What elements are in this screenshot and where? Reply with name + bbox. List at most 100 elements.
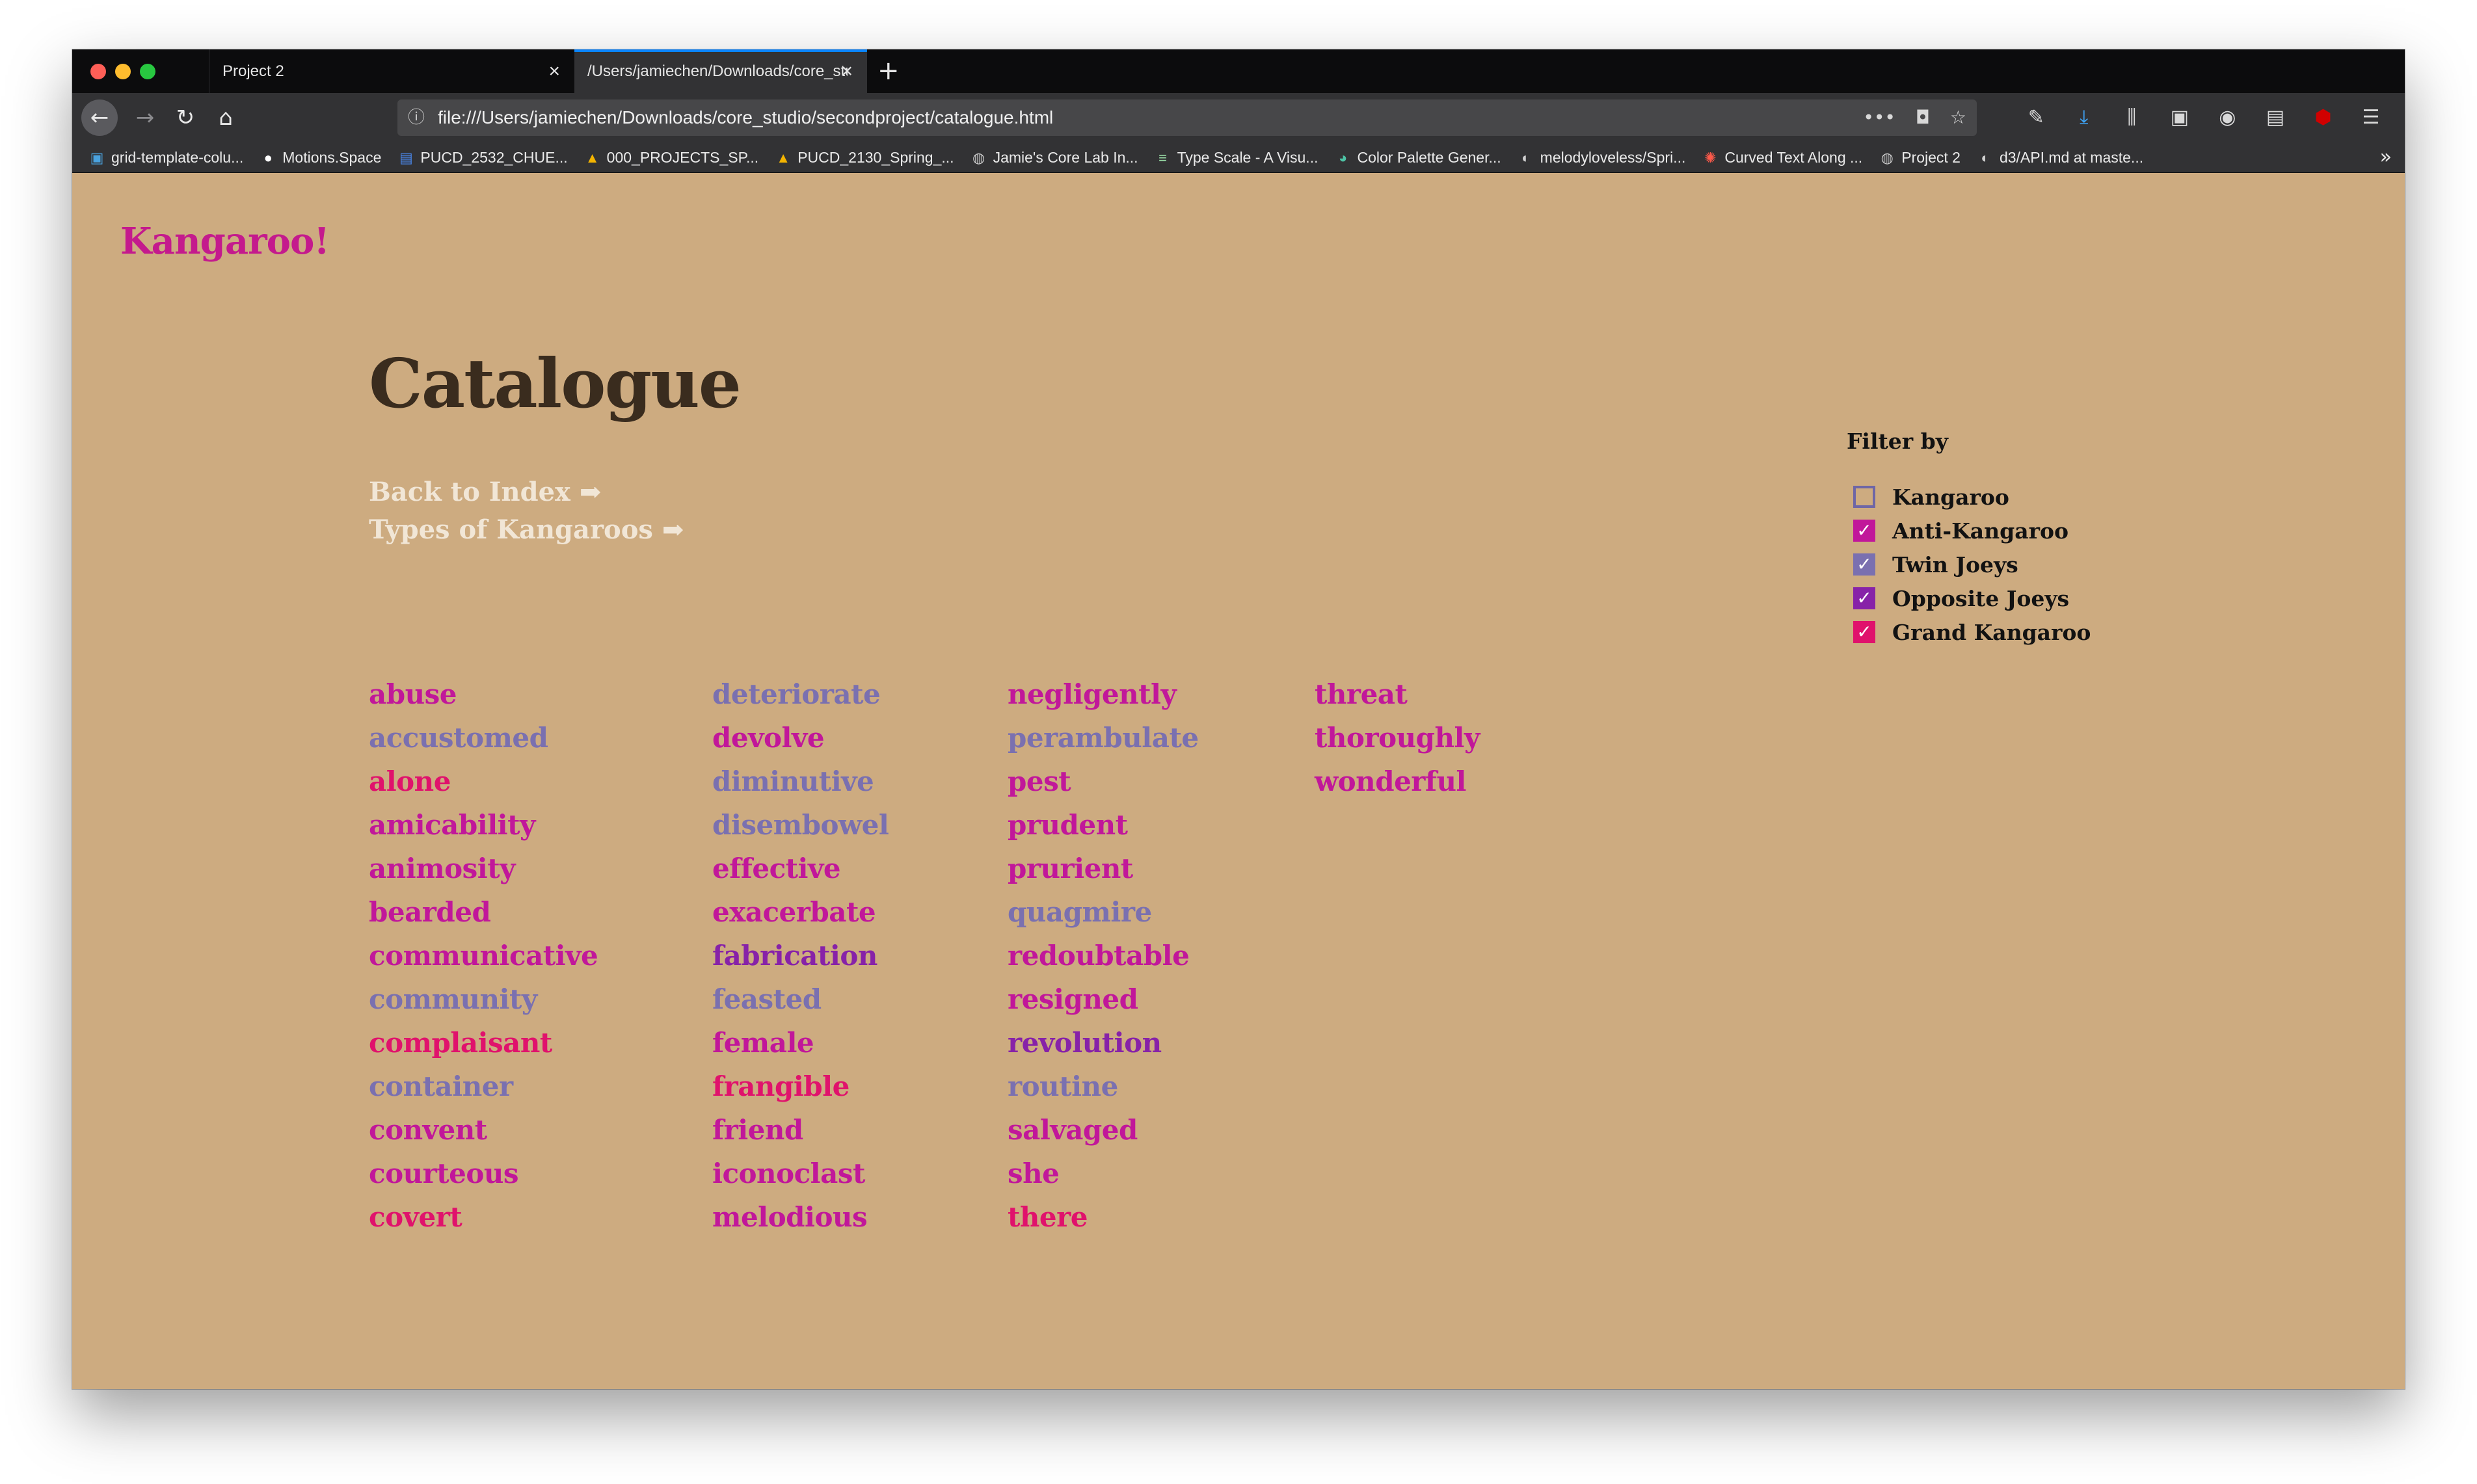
word-item[interactable]: melodious: [712, 1195, 1008, 1239]
checkbox-unchecked[interactable]: [1853, 486, 1875, 508]
filter-option[interactable]: ✓ Opposite Joeys: [1847, 581, 2091, 615]
bookmark-star-icon[interactable]: ☆: [1950, 107, 1966, 128]
bookmark-item[interactable]: ▲ PUCD_2130_Spring_...: [774, 142, 954, 172]
forward-button[interactable]: →: [127, 99, 163, 136]
filter-option[interactable]: Kangaroo: [1847, 480, 2091, 514]
word-item[interactable]: redoubtable: [1008, 934, 1315, 977]
tab-title: /Users/jamiechen/Downloads/core_studio/s…: [587, 62, 848, 80]
word-item[interactable]: disembowel: [712, 803, 1008, 847]
word-item[interactable]: resigned: [1008, 977, 1315, 1021]
tab-catalogue[interactable]: /Users/jamiechen/Downloads/core_studio/s…: [574, 49, 867, 93]
close-tab-icon[interactable]: ×: [841, 52, 853, 91]
word-item[interactable]: routine: [1008, 1065, 1315, 1108]
word-item[interactable]: thoroughly: [1315, 716, 1705, 760]
reload-button[interactable]: ↻: [167, 99, 204, 136]
word-item[interactable]: accustomed: [369, 716, 712, 760]
word-list: abuse accustomed alone amicability animosity…: [369, 672, 1735, 1239]
word-item[interactable]: container: [369, 1065, 712, 1108]
word-item[interactable]: convent: [369, 1108, 712, 1152]
word-item[interactable]: perambulate: [1008, 716, 1315, 760]
library-icon[interactable]: ⫼: [2111, 99, 2152, 136]
word-item[interactable]: prurient: [1008, 847, 1315, 890]
word-item[interactable]: fabrication: [712, 934, 1008, 977]
word-item[interactable]: negligently: [1008, 672, 1315, 716]
word-item[interactable]: quagmire: [1008, 890, 1315, 934]
word-item[interactable]: complaisant: [369, 1021, 712, 1065]
word-item[interactable]: revolution: [1008, 1021, 1315, 1065]
bookmark-item[interactable]: ▤ PUCD_2532_CHUE...: [397, 142, 568, 172]
word-item[interactable]: prudent: [1008, 803, 1315, 847]
menu-icon[interactable]: ☰: [2350, 99, 2392, 136]
site-info-icon[interactable]: ⓘ: [408, 99, 425, 136]
url-text[interactable]: file:///Users/jamiechen/Downloads/core_s…: [438, 99, 1053, 136]
word-item[interactable]: wonderful: [1315, 760, 1705, 803]
ublock-icon[interactable]: ⬢: [2302, 99, 2344, 136]
page-actions-icon[interactable]: •••: [1863, 107, 1895, 128]
word-item[interactable]: amicability: [369, 803, 712, 847]
url-bar[interactable]: ⓘ file:///Users/jamiechen/Downloads/core…: [397, 99, 1977, 136]
back-button[interactable]: ←: [81, 99, 118, 136]
checkbox-checked[interactable]: ✓: [1853, 621, 1875, 643]
account-icon[interactable]: ◉: [2206, 99, 2248, 136]
bookmark-item[interactable]: ◕ Color Palette Gener...: [1333, 142, 1501, 172]
word-item[interactable]: diminutive: [712, 760, 1008, 803]
bookmark-item[interactable]: ▲ 000_PROJECTS_SP...: [583, 142, 758, 172]
minimize-window-button[interactable]: [115, 64, 131, 79]
checkbox-checked[interactable]: ✓: [1853, 520, 1875, 542]
back-to-index-link[interactable]: Back to Index ➡: [369, 473, 684, 511]
filter-option[interactable]: ✓ Grand Kangaroo: [1847, 615, 2091, 649]
pocket-icon[interactable]: ◘: [1916, 107, 1930, 128]
word-item[interactable]: covert: [369, 1195, 712, 1239]
word-item[interactable]: devolve: [712, 716, 1008, 760]
checkbox-checked[interactable]: ✓: [1853, 553, 1875, 576]
word-item[interactable]: threat: [1315, 672, 1705, 716]
lines-icon: ≡: [1158, 150, 1167, 166]
bookmark-item[interactable]: ▣ grid-template-colu...: [88, 142, 244, 172]
word-item[interactable]: frangible: [712, 1065, 1008, 1108]
word-item[interactable]: feasted: [712, 977, 1008, 1021]
word-item[interactable]: friend: [712, 1108, 1008, 1152]
bookmark-item[interactable]: ● Motions.Space: [259, 142, 382, 172]
word-item[interactable]: female: [712, 1021, 1008, 1065]
bookmark-item[interactable]: ◐ d3/API.md at maste...: [1976, 142, 2143, 172]
word-item[interactable]: exacerbate: [712, 890, 1008, 934]
word-item[interactable]: pest: [1008, 760, 1315, 803]
filter-option[interactable]: ✓ Anti-Kangaroo: [1847, 514, 2091, 548]
word-item[interactable]: alone: [369, 760, 712, 803]
more-bookmarks-icon[interactable]: »: [2380, 142, 2392, 172]
filter-option[interactable]: ✓ Twin Joeys: [1847, 548, 2091, 581]
close-tab-icon[interactable]: ×: [548, 49, 560, 93]
word-item[interactable]: community: [369, 977, 712, 1021]
home-button[interactable]: ⌂: [208, 99, 244, 136]
word-item[interactable]: effective: [712, 847, 1008, 890]
word-item[interactable]: deteriorate: [712, 672, 1008, 716]
downloads-icon[interactable]: ⤓: [2063, 99, 2105, 136]
zoom-window-button[interactable]: [140, 64, 155, 79]
word-item[interactable]: communicative: [369, 934, 712, 977]
tab-project-2[interactable]: Project 2 ×: [209, 49, 574, 93]
bookmark-item[interactable]: ◐ melodyloveless/Spri...: [1517, 142, 1685, 172]
word-item[interactable]: abuse: [369, 672, 712, 716]
site-logo[interactable]: Kangaroo!: [120, 220, 330, 263]
filter-option-label: Twin Joeys: [1892, 551, 2018, 577]
word-item[interactable]: iconoclast: [712, 1152, 1008, 1195]
bookmark-item[interactable]: ✺ Curved Text Along ...: [1701, 142, 1862, 172]
circle-icon: ●: [263, 150, 273, 166]
word-item[interactable]: animosity: [369, 847, 712, 890]
word-item[interactable]: salvaged: [1008, 1108, 1315, 1152]
checkbox-checked[interactable]: ✓: [1853, 587, 1875, 609]
word-item[interactable]: there: [1008, 1195, 1315, 1239]
bookmark-item[interactable]: ◍ Project 2: [1878, 142, 1961, 172]
new-tab-button[interactable]: +: [877, 49, 900, 93]
bookmark-label: Color Palette Gener...: [1357, 149, 1501, 166]
word-item[interactable]: courteous: [369, 1152, 712, 1195]
bookmark-item[interactable]: ≡ Type Scale - A Visu...: [1154, 142, 1318, 172]
word-item[interactable]: bearded: [369, 890, 712, 934]
sidebar-icon[interactable]: ▣: [2159, 99, 2201, 136]
close-window-button[interactable]: [90, 64, 106, 79]
types-of-kangaroos-link[interactable]: Types of Kangaroos ➡: [369, 511, 684, 549]
pdf-extension-icon[interactable]: ▤: [2255, 99, 2296, 136]
bookmark-item[interactable]: ◍ Jamie's Core Lab In...: [970, 142, 1138, 172]
wrench-icon[interactable]: ✎: [2015, 99, 2057, 136]
word-item[interactable]: she: [1008, 1152, 1315, 1195]
